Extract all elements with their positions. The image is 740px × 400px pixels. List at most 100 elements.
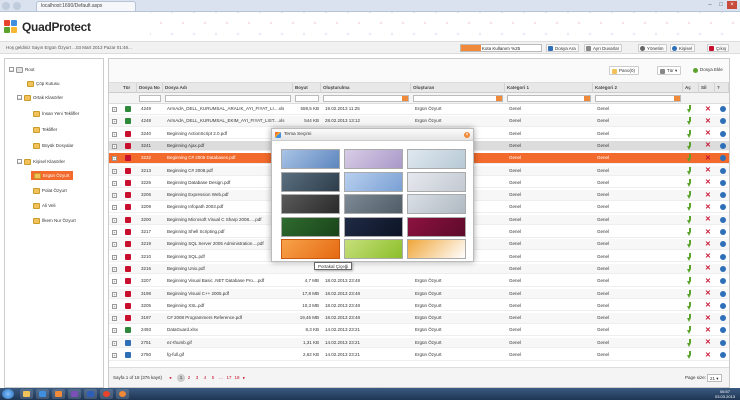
download-icon[interactable] bbox=[687, 351, 692, 359]
info-icon[interactable] bbox=[720, 130, 726, 137]
taskbar-ie-icon[interactable] bbox=[36, 389, 49, 399]
add-file-button[interactable]: Dosya Ekle bbox=[691, 66, 726, 75]
theme-thumb-tema-5[interactable] bbox=[344, 171, 403, 192]
filter-date-input[interactable] bbox=[323, 95, 409, 102]
table-row[interactable]: +3198 Beginning Visual C++ 2005.pdf 17,8 M… bbox=[109, 288, 729, 299]
back-icon[interactable] bbox=[2, 2, 10, 10]
table-row[interactable]: +4249 ArmAdA_DELL_KURUMSAL_ARALIK_AYI_FIY… bbox=[109, 104, 729, 115]
expand-row-icon[interactable]: + bbox=[112, 303, 117, 309]
delete-icon[interactable]: ✕ bbox=[705, 253, 712, 260]
expand-row-icon[interactable]: + bbox=[112, 119, 117, 125]
maximize-icon[interactable]: □ bbox=[716, 1, 726, 9]
info-icon[interactable] bbox=[720, 327, 726, 334]
theme-thumb-portakal-cicegi[interactable] bbox=[281, 239, 340, 259]
download-icon[interactable] bbox=[687, 277, 692, 286]
chevron-down-icon[interactable] bbox=[496, 96, 502, 101]
col-type[interactable]: Tür bbox=[121, 83, 137, 93]
theme-thumb-tema-11[interactable] bbox=[344, 216, 403, 237]
theme-thumb-tema-10[interactable] bbox=[281, 216, 340, 237]
admin-button[interactable]: Yönetim bbox=[638, 44, 667, 52]
download-icon[interactable] bbox=[687, 301, 692, 310]
theme-thumb-tema-9[interactable] bbox=[407, 194, 466, 214]
cell-name[interactable]: C# 2008 Programmers Reference.pdf bbox=[165, 313, 291, 324]
delete-icon[interactable]: ✕ bbox=[705, 278, 712, 285]
cell-name[interactable]: ArmAdA_DELL_KURUMSAL_ARALIK_AYI_FIYAT_LI… bbox=[165, 104, 291, 115]
expand-row-icon[interactable]: + bbox=[112, 291, 117, 297]
chevron-down-icon[interactable] bbox=[584, 96, 590, 101]
taskbar-firefox-icon[interactable] bbox=[116, 389, 129, 399]
view-type-button[interactable]: Tür ▾ bbox=[657, 66, 682, 75]
table-row[interactable]: +2751 ez-thumb.gif 1,31 KB 14.02.2013 23:21… bbox=[109, 337, 729, 349]
info-icon[interactable] bbox=[720, 265, 726, 272]
tree-personal[interactable]: – Kişisel Klasörler bbox=[17, 157, 65, 166]
search-files-button[interactable]: Dosya Ara bbox=[546, 44, 579, 52]
logo[interactable]: QuadProtect bbox=[4, 14, 91, 40]
expand-row-icon[interactable]: + bbox=[112, 266, 117, 272]
calendar-icon[interactable] bbox=[402, 96, 408, 101]
delete-icon[interactable]: ✕ bbox=[705, 192, 712, 199]
download-icon[interactable] bbox=[687, 154, 692, 163]
expand-row-icon[interactable]: + bbox=[112, 205, 117, 211]
delete-icon[interactable]: ✕ bbox=[705, 118, 712, 125]
expand-row-icon[interactable]: + bbox=[112, 230, 117, 235]
table-row[interactable]: +3197 C# 2008 Programmers Reference.pdf 19… bbox=[109, 313, 729, 324]
delete-icon[interactable]: ✕ bbox=[705, 167, 712, 174]
expand-row-icon[interactable]: + bbox=[112, 242, 117, 248]
expand-row-icon[interactable]: + bbox=[112, 217, 117, 223]
taskbar-media-icon[interactable] bbox=[52, 389, 65, 399]
download-icon[interactable] bbox=[687, 203, 692, 212]
taskbar-vs-icon[interactable] bbox=[68, 389, 81, 399]
tree-item-personal-3[interactable]: İlkem Nur Özyurt bbox=[33, 216, 76, 225]
info-icon[interactable] bbox=[720, 142, 726, 149]
page-size-select[interactable]: 21 ▾ bbox=[707, 374, 722, 382]
download-icon[interactable] bbox=[687, 326, 692, 335]
filter-cat1-select[interactable] bbox=[507, 95, 591, 102]
page-link[interactable]: 5 bbox=[209, 374, 217, 382]
table-row[interactable]: +2493 DataGuard.xlsx 8,3 KB 14.02.2013 23:2… bbox=[109, 325, 729, 336]
close-icon[interactable]: × bbox=[464, 132, 470, 138]
tree-item-personal-2[interactable]: Ali Veli bbox=[33, 201, 56, 210]
tree-item-personal-0[interactable]: Ergün Özyurt bbox=[31, 171, 73, 180]
delete-icon[interactable]: ✕ bbox=[705, 265, 712, 272]
clipboard-button[interactable]: Pano(0) bbox=[609, 66, 640, 75]
table-row[interactable]: +3205 Beginning XSL.pdf 10,3 MB 18.02.2013 … bbox=[109, 301, 729, 312]
page-link[interactable]: 2 bbox=[185, 374, 193, 382]
theme-thumb-tema-15[interactable] bbox=[407, 239, 466, 259]
theme-thumb-tema-8[interactable] bbox=[344, 194, 403, 214]
info-icon[interactable] bbox=[720, 241, 726, 248]
page-link[interactable]: 1 bbox=[177, 374, 185, 382]
close-window-icon[interactable]: × bbox=[727, 1, 737, 9]
logout-button[interactable]: Çıkış bbox=[707, 44, 730, 52]
info-icon[interactable] bbox=[720, 155, 726, 162]
download-icon[interactable] bbox=[687, 117, 692, 126]
info-icon[interactable] bbox=[720, 290, 726, 297]
tree-item-shared-2[interactable]: Büyük Dosyalar bbox=[33, 141, 74, 150]
info-icon[interactable] bbox=[720, 204, 726, 211]
info-icon[interactable] bbox=[720, 253, 726, 260]
theme-thumb-tema-3[interactable] bbox=[407, 149, 466, 169]
minimize-icon[interactable]: – bbox=[705, 1, 715, 9]
collapse-icon[interactable]: – bbox=[9, 67, 14, 72]
filter-cat2-select[interactable] bbox=[595, 95, 681, 102]
theme-thumb-tema-1[interactable] bbox=[281, 149, 340, 169]
delete-icon[interactable]: ✕ bbox=[705, 216, 712, 223]
download-icon[interactable] bbox=[687, 129, 692, 138]
table-row[interactable]: +2750 fg-full.gif 2,62 KB 14.02.2013 23:21 E… bbox=[109, 350, 729, 361]
taskbar-explorer-icon[interactable] bbox=[20, 389, 33, 399]
info-icon[interactable] bbox=[720, 229, 726, 235]
download-icon[interactable] bbox=[687, 166, 692, 175]
table-row[interactable]: +3207 Beginning Visual Basic .NET Databas… bbox=[109, 276, 729, 287]
delete-icon[interactable]: ✕ bbox=[705, 290, 712, 297]
info-icon[interactable] bbox=[720, 352, 726, 358]
cell-name[interactable]: ArmAdA_DELL_KURUMSAL_EKIM_AYI_FIYAT_LIST… bbox=[165, 116, 291, 127]
delete-icon[interactable]: ✕ bbox=[705, 339, 712, 346]
expand-row-icon[interactable]: + bbox=[112, 131, 117, 137]
chevron-down-icon[interactable] bbox=[674, 96, 680, 101]
info-icon[interactable] bbox=[720, 315, 726, 322]
collapse-icon[interactable]: – bbox=[17, 159, 22, 164]
theme-thumb-tema-7[interactable] bbox=[281, 194, 340, 214]
expand-row-icon[interactable]: + bbox=[112, 107, 117, 112]
cell-name[interactable]: Beginning XSL.pdf bbox=[165, 301, 291, 312]
prev-page-icon[interactable]: ◂ bbox=[169, 374, 171, 382]
expand-row-icon[interactable]: + bbox=[112, 279, 117, 285]
